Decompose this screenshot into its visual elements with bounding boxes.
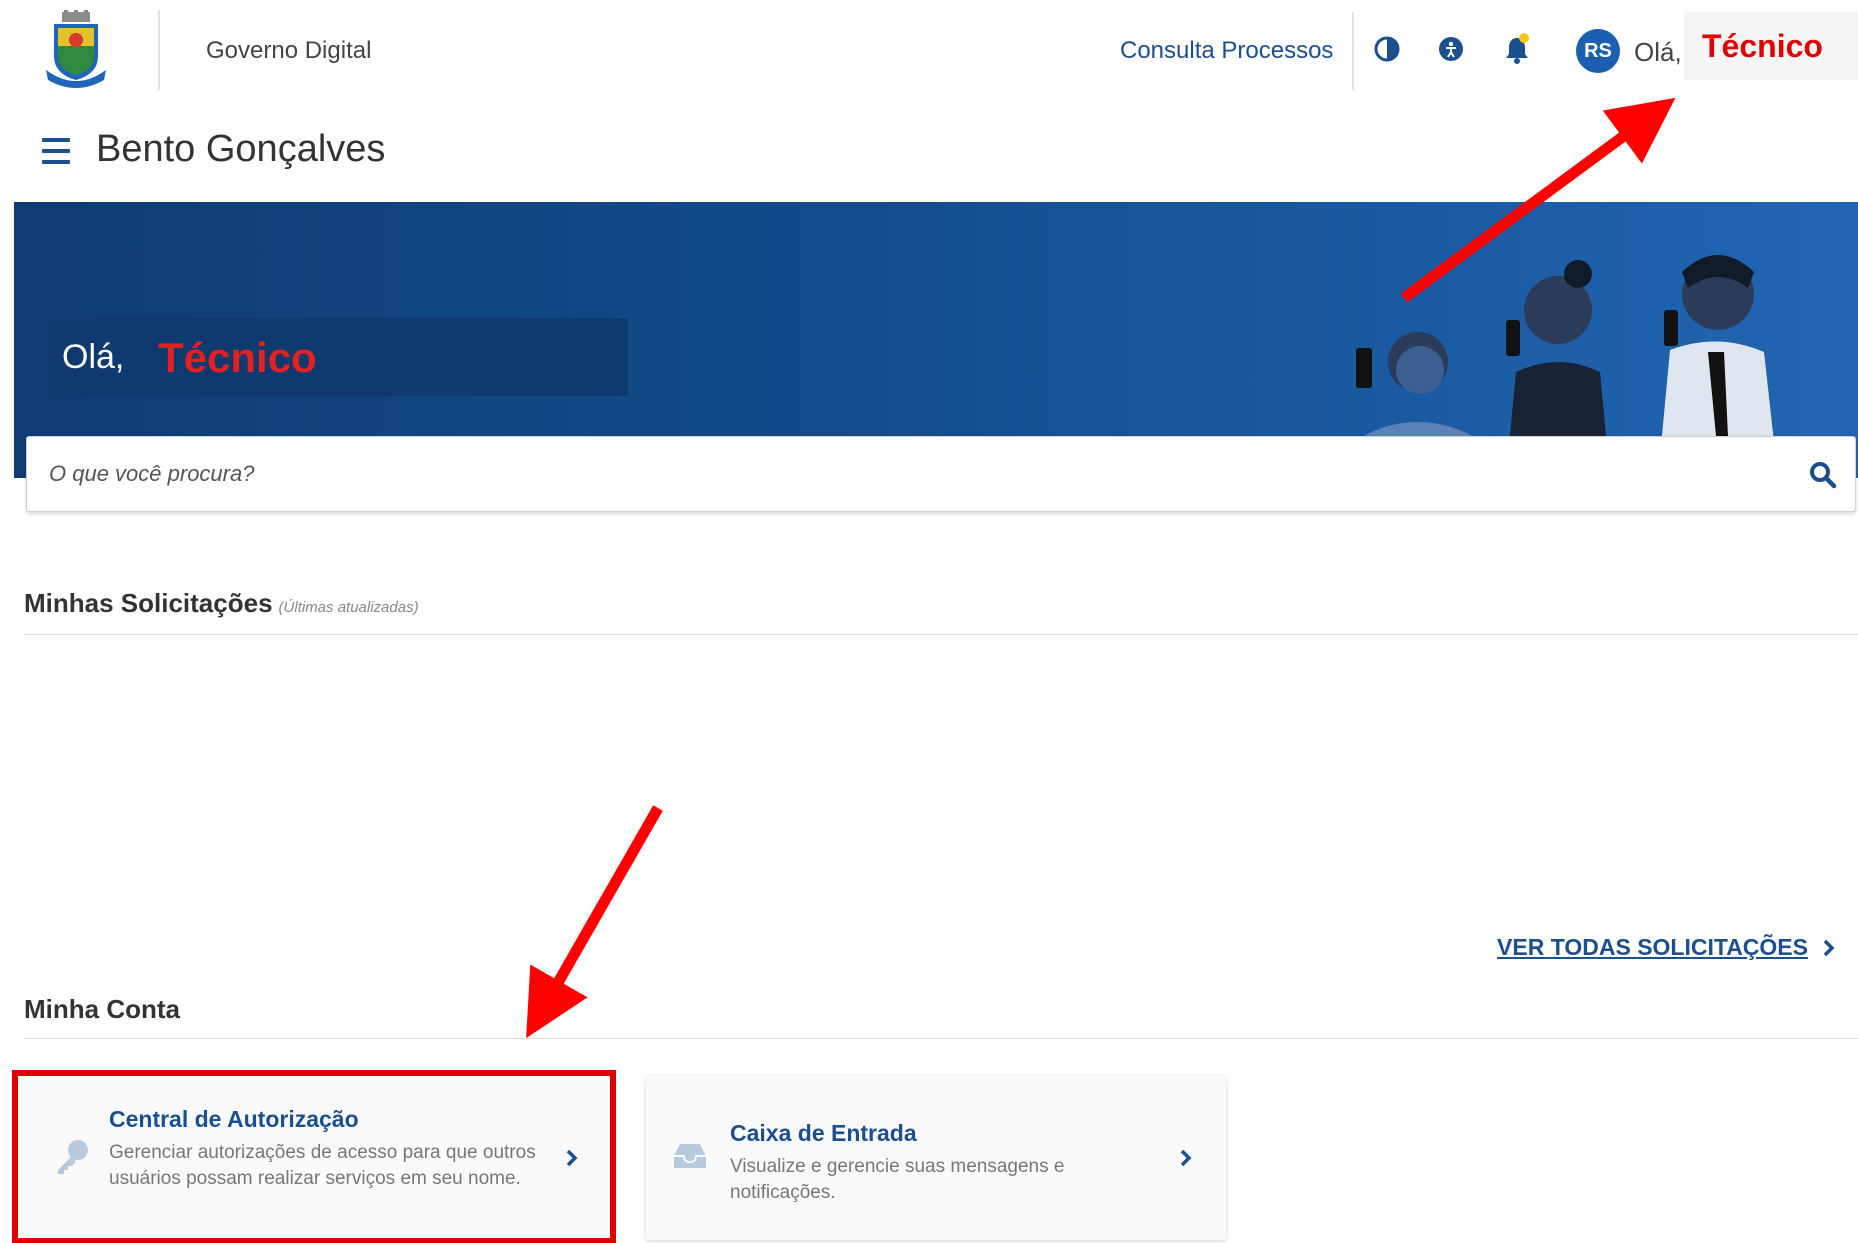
solicitacoes-subtitle: (Últimas atualizadas): [278, 599, 419, 616]
search-input[interactable]: [49, 437, 1769, 511]
caixa-entrada-card[interactable]: Caixa de Entrada Visualize e gerencie su…: [646, 1076, 1226, 1240]
avatar[interactable]: RS: [1576, 29, 1620, 73]
coat-of-arms-logo[interactable]: [44, 10, 108, 90]
header-divider: [158, 10, 160, 90]
ver-todas-label: VER TODAS SOLICITAÇÕES: [1497, 934, 1808, 960]
banner-greeting: Olá,: [62, 338, 125, 376]
annotation-arrows: [526, 97, 1676, 1039]
consulta-processos-link[interactable]: Consulta Processos: [1120, 37, 1333, 65]
chevron-right-icon: [1180, 1149, 1192, 1167]
search-icon[interactable]: [1803, 455, 1843, 495]
banner-user-name: Técnico: [158, 334, 317, 381]
notification-bell-icon[interactable]: [1502, 33, 1532, 64]
ver-todas-solicitacoes-link[interactable]: VER TODAS SOLICITAÇÕES: [1497, 934, 1836, 961]
chevron-right-icon: [1823, 939, 1835, 956]
section-divider: [24, 1038, 1858, 1039]
solicitacoes-heading: Minhas Solicitações (Últimas atualizadas): [24, 588, 419, 619]
header-user-name: Técnico: [1702, 28, 1823, 64]
minha-conta-title: Minha Conta: [24, 994, 180, 1024]
greeting-highlight-box: [48, 318, 628, 396]
hamburger-menu-icon[interactable]: [42, 138, 70, 164]
card-title: Caixa de Entrada: [730, 1120, 917, 1146]
section-divider: [24, 634, 1858, 635]
top-bar: Governo Digital Consulta Processos RS Ol…: [0, 0, 1858, 100]
highlight-box: [12, 1070, 616, 1243]
brand-name: Governo Digital: [206, 37, 372, 64]
page-title: Bento Gonçalves: [96, 128, 386, 170]
contrast-icon[interactable]: [1372, 34, 1402, 64]
search-bar: [26, 436, 1856, 512]
accessibility-icon[interactable]: [1436, 34, 1466, 64]
solicitacoes-title: Minhas Solicitações: [24, 588, 273, 618]
header-greeting: Olá,: [1634, 37, 1682, 67]
arrow-to-central-autorizacao: [526, 805, 663, 1039]
inbox-icon: [674, 1144, 706, 1168]
header-divider: [1352, 12, 1354, 90]
card-description: Visualize e gerencie suas mensagens e no…: [730, 1156, 1065, 1203]
